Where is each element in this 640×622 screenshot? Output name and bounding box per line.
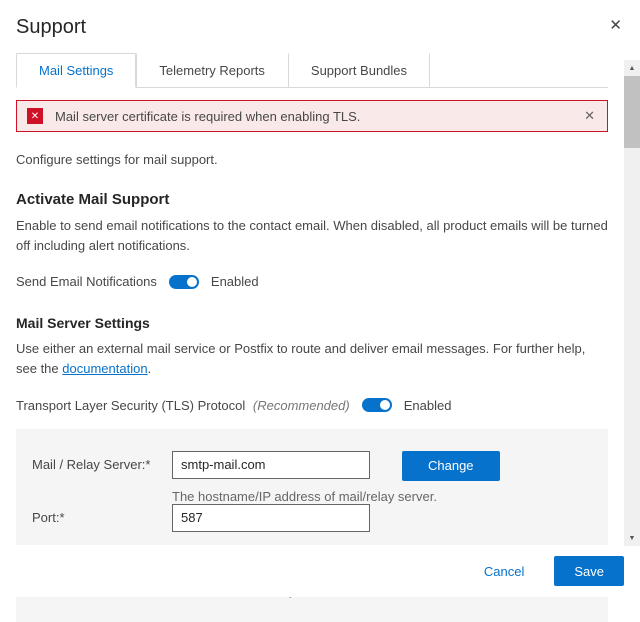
tls-recommended-note: (Recommended) — [253, 398, 350, 413]
tls-label-text: Transport Layer Security (TLS) Protocol — [16, 398, 245, 413]
tls-label: Transport Layer Security (TLS) Protocol … — [16, 398, 350, 413]
period: . — [148, 361, 152, 376]
relay-server-row: Mail / Relay Server:* Change — [32, 451, 592, 481]
cancel-button[interactable]: Cancel — [484, 564, 524, 579]
activate-description: Enable to send email notifications to th… — [16, 216, 608, 256]
scroll-up-icon[interactable]: ▲ — [624, 60, 640, 76]
activate-mail-support-heading: Activate Mail Support — [16, 191, 608, 208]
dialog-header: Support ✕ — [0, 0, 640, 39]
email-notifications-state: Enabled — [211, 274, 259, 289]
port-label: Port:* — [32, 504, 172, 525]
dialog-body: Configure settings for mail support. Act… — [0, 152, 640, 413]
email-notifications-label: Send Email Notifications — [16, 274, 157, 289]
mail-server-settings-heading: Mail Server Settings — [16, 315, 608, 331]
tls-state: Enabled — [404, 398, 452, 413]
tab-label: Support Bundles — [311, 63, 407, 78]
tab-telemetry-reports[interactable]: Telemetry Reports — [136, 53, 287, 87]
change-button[interactable]: Change — [402, 451, 500, 481]
tab-label: Telemetry Reports — [159, 63, 264, 78]
error-message: Mail server certificate is required when… — [55, 109, 360, 124]
relay-server-input[interactable] — [172, 451, 370, 479]
alert-dismiss-icon[interactable]: ✕ — [582, 108, 597, 124]
tls-row: Transport Layer Security (TLS) Protocol … — [16, 398, 608, 413]
error-alert: ✕ Mail server certificate is required wh… — [16, 100, 608, 132]
documentation-link[interactable]: documentation — [62, 361, 147, 376]
mail-server-description: Use either an external mail service or P… — [16, 339, 608, 379]
scrollbar-thumb[interactable] — [624, 76, 640, 148]
tab-label: Mail Settings — [39, 63, 113, 78]
relay-server-help: The hostname/IP address of mail/relay se… — [172, 489, 592, 504]
email-notifications-toggle[interactable] — [169, 275, 199, 289]
error-icon: ✕ — [27, 108, 43, 124]
intro-text: Configure settings for mail support. — [16, 152, 608, 167]
close-icon[interactable]: ✕ — [605, 14, 626, 36]
dialog-title: Support — [16, 16, 624, 39]
port-input[interactable] — [172, 504, 370, 532]
tls-toggle[interactable] — [362, 398, 392, 412]
email-notifications-row: Send Email Notifications Enabled — [16, 274, 608, 289]
save-button[interactable]: Save — [554, 556, 624, 586]
tab-support-bundles[interactable]: Support Bundles — [288, 53, 430, 87]
tab-mail-settings[interactable]: Mail Settings — [16, 53, 136, 88]
dialog-footer: Cancel Save — [0, 545, 640, 597]
tab-bar: Mail Settings Telemetry Reports Support … — [16, 53, 608, 88]
scroll-down-icon[interactable]: ▼ — [624, 530, 640, 546]
port-row: Port:* — [32, 504, 592, 532]
vertical-scrollbar[interactable]: ▲ ▼ — [624, 60, 640, 546]
relay-server-label: Mail / Relay Server:* — [32, 451, 172, 472]
